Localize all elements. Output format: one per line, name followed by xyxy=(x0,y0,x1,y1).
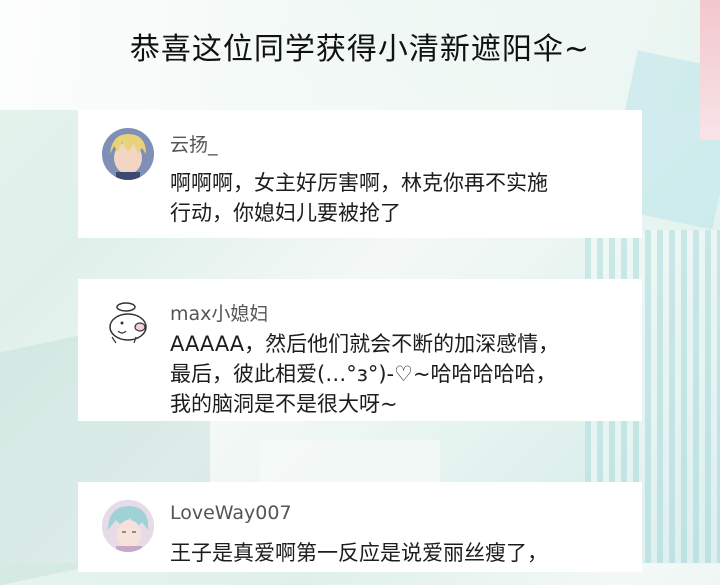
background-accent xyxy=(700,0,720,140)
comment-line: AAAAA，然后他们就会不断的加深感情， xyxy=(170,332,560,356)
comment-card: LoveWay007 王子是真爱啊第一反应是说爱丽丝瘦了， xyxy=(78,482,642,572)
comment-username[interactable]: 云扬_ xyxy=(170,130,218,157)
comment-text: 啊啊啊，女主好厉害啊，林克你再不实施 行动，你媳妇儿要被抢了 xyxy=(170,168,620,228)
comment-line: 行动，你媳妇儿要被抢了 xyxy=(170,201,401,225)
avatar[interactable] xyxy=(102,500,154,552)
comment-text: 王子是真爱啊第一反应是说爱丽丝瘦了， xyxy=(170,538,620,568)
comment-card: 云扬_ 啊啊啊，女主好厉害啊，林克你再不实施 行动，你媳妇儿要被抢了 xyxy=(78,110,642,238)
page-title: 恭喜这位同学获得小清新遮阳伞~ xyxy=(129,32,591,67)
comment-username[interactable]: LoveWay007 xyxy=(170,502,292,524)
avatar[interactable] xyxy=(102,297,154,349)
avatar-anime-character-icon xyxy=(102,500,154,552)
avatar[interactable] xyxy=(102,128,154,180)
comment-line: 我的脑洞是不是很大呀~ xyxy=(170,392,398,416)
comment-username[interactable]: max小媳妇 xyxy=(170,299,268,326)
comment-line: 王子是真爱啊第一反应是说爱丽丝瘦了， xyxy=(170,541,548,565)
avatar-anime-boy-icon xyxy=(102,128,154,180)
comment-text: AAAAA，然后他们就会不断的加深感情， 最后，彼此相爱(…°з°)-♡~哈哈哈… xyxy=(170,329,620,419)
comment-line: 最后，彼此相爱(…°з°)-♡~哈哈哈哈哈， xyxy=(170,362,557,386)
comment-line: 啊啊啊，女主好厉害啊，林克你再不实施 xyxy=(170,171,548,195)
comment-card: max小媳妇 AAAAA，然后他们就会不断的加深感情， 最后，彼此相爱(…°з°… xyxy=(78,279,642,421)
avatar-cartoon-pig-icon xyxy=(102,297,154,349)
